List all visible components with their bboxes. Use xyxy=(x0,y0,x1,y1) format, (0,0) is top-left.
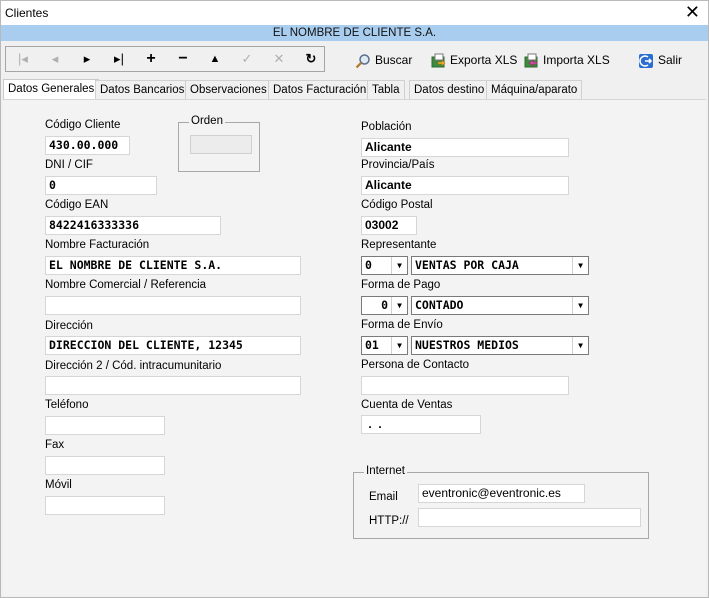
representante-code: 0 xyxy=(365,258,372,272)
export-xls-icon xyxy=(431,53,446,68)
email-label: Email xyxy=(369,491,398,503)
direccion-label: Dirección xyxy=(45,320,93,332)
dni-cif-label: DNI / CIF xyxy=(45,159,93,171)
poblacion-label: Población xyxy=(361,121,412,133)
forma-pago-code: 0 xyxy=(381,298,388,312)
http-label: HTTP:// xyxy=(369,515,409,527)
datos-generales-panel: Código Cliente 430.00.000 Orden DNI / CI… xyxy=(3,99,706,596)
direccion-field[interactable]: DIRECCION DEL CLIENTE, 12345 xyxy=(45,336,301,355)
first-record-icon[interactable]: |◂ xyxy=(8,47,38,71)
nombre-comercial-label: Nombre Comercial / Referencia xyxy=(45,279,207,291)
movil-field[interactable] xyxy=(45,496,165,515)
internet-group-title: Internet xyxy=(364,465,407,477)
representante-value: VENTAS POR CAJA xyxy=(415,258,519,272)
exit-icon xyxy=(639,53,653,68)
orden-group: Orden xyxy=(178,115,260,172)
search-icon xyxy=(355,54,370,69)
add-record-icon[interactable]: + xyxy=(136,47,166,71)
direccion2-field[interactable] xyxy=(45,376,301,395)
importa-xls-label: Importa XLS xyxy=(543,53,610,67)
salir-label: Salir xyxy=(658,53,683,67)
codigo-cliente-label: Código Cliente xyxy=(45,119,121,131)
clientes-window: Clientes ✕ EL NOMBRE DE CLIENTE S.A. |◂ … xyxy=(0,0,709,598)
representante-label: Representante xyxy=(361,239,437,251)
client-name-banner: EL NOMBRE DE CLIENTE S.A. xyxy=(1,25,708,41)
poblacion-field[interactable]: Alicante xyxy=(361,138,569,157)
telefono-field[interactable] xyxy=(45,416,165,435)
nombre-facturacion-field[interactable]: EL NOMBRE DE CLIENTE S.A. xyxy=(45,256,301,275)
forma-pago-value: CONTADO xyxy=(415,298,464,312)
tab-observaciones[interactable]: Observaciones xyxy=(185,80,272,99)
nombre-comercial-field[interactable] xyxy=(45,296,301,315)
post-edit-icon[interactable]: ✓ xyxy=(232,47,262,71)
codigo-ean-field[interactable]: 8422416333336 xyxy=(45,216,221,235)
email-field[interactable]: eventronic@eventronic.es xyxy=(418,484,585,503)
chevron-down-icon[interactable]: ▼ xyxy=(391,337,407,354)
toolbar: |◂ ◂ ▸ ▸| + − ▲ ✓ ✕ ↻ Buscar Exporta XLS… xyxy=(1,41,708,77)
persona-contacto-field[interactable] xyxy=(361,376,569,395)
forma-envio-select[interactable]: NUESTROS MEDIOS ▼ xyxy=(411,336,589,355)
internet-group: Internet Email eventronic@eventronic.es … xyxy=(353,465,649,539)
forma-envio-code: 01 xyxy=(365,338,379,352)
fax-label: Fax xyxy=(45,439,65,451)
tab-datos-facturacion[interactable]: Datos Facturación xyxy=(268,80,372,99)
delete-record-icon[interactable]: − xyxy=(168,47,198,71)
chevron-down-icon[interactable]: ▼ xyxy=(572,297,588,314)
persona-contacto-label: Persona de Contacto xyxy=(361,359,470,371)
tab-datos-bancarios[interactable]: Datos Bancarios xyxy=(95,80,190,99)
chevron-down-icon[interactable]: ▼ xyxy=(572,337,588,354)
cuenta-ventas-field[interactable]: . . xyxy=(361,415,481,434)
codigo-postal-label: Código Postal xyxy=(361,199,433,211)
salir-button[interactable]: Salir xyxy=(638,50,682,70)
codigo-cliente-field[interactable]: 430.00.000 xyxy=(45,136,130,155)
chevron-down-icon[interactable]: ▼ xyxy=(572,257,588,274)
codigo-postal-field[interactable]: 03002 xyxy=(361,216,417,235)
tab-strip: Datos Generales Datos Bancarios Observac… xyxy=(1,79,708,100)
forma-envio-code-select[interactable]: 01 ▼ xyxy=(361,336,408,355)
chevron-down-icon[interactable]: ▼ xyxy=(391,257,407,274)
tab-tabla[interactable]: Tabla xyxy=(367,80,405,99)
exporta-xls-button[interactable]: Exporta XLS xyxy=(430,50,517,70)
forma-pago-code-select[interactable]: 0 ▼ xyxy=(361,296,408,315)
window-title: Clientes xyxy=(5,6,49,20)
forma-envio-label: Forma de Envío xyxy=(361,319,443,331)
importa-xls-button[interactable]: Importa XLS xyxy=(523,50,610,70)
representante-select[interactable]: VENTAS POR CAJA ▼ xyxy=(411,256,589,275)
dni-cif-field[interactable]: 0 xyxy=(45,176,157,195)
chevron-down-icon[interactable]: ▼ xyxy=(391,297,407,314)
nombre-facturacion-label: Nombre Facturación xyxy=(45,239,150,251)
forma-pago-select[interactable]: CONTADO ▼ xyxy=(411,296,589,315)
representante-code-select[interactable]: 0 ▼ xyxy=(361,256,408,275)
tab-maquina-aparato[interactable]: Máquina/aparato xyxy=(486,80,583,99)
previous-record-icon[interactable]: ◂ xyxy=(40,47,70,71)
last-record-icon[interactable]: ▸| xyxy=(104,47,134,71)
exporta-xls-label: Exporta XLS xyxy=(450,53,518,67)
edit-record-icon[interactable]: ▲ xyxy=(200,47,230,71)
import-xls-icon xyxy=(524,53,538,68)
movil-label: Móvil xyxy=(45,479,72,491)
tab-datos-generales[interactable]: Datos Generales xyxy=(3,79,100,100)
refresh-icon[interactable]: ↻ xyxy=(296,47,326,71)
tab-datos-destino[interactable]: Datos destino xyxy=(409,80,490,99)
orden-field[interactable] xyxy=(190,135,252,154)
orden-label: Orden xyxy=(189,115,225,127)
title-bar: Clientes ✕ xyxy=(1,1,708,25)
navigation-group: |◂ ◂ ▸ ▸| + − ▲ ✓ ✕ ↻ xyxy=(5,46,325,72)
fax-field[interactable] xyxy=(45,456,165,475)
buscar-button[interactable]: Buscar xyxy=(355,50,412,70)
cuenta-ventas-label: Cuenta de Ventas xyxy=(361,399,453,411)
forma-envio-value: NUESTROS MEDIOS xyxy=(415,338,519,352)
close-icon[interactable]: ✕ xyxy=(685,2,700,22)
telefono-label: Teléfono xyxy=(45,399,89,411)
buscar-label: Buscar xyxy=(375,53,413,67)
forma-pago-label: Forma de Pago xyxy=(361,279,441,291)
cancel-edit-icon[interactable]: ✕ xyxy=(264,47,294,71)
direccion2-label: Dirección 2 / Cód. intracumunitario xyxy=(45,360,222,372)
next-record-icon[interactable]: ▸ xyxy=(72,47,102,71)
provincia-pais-field[interactable]: Alicante xyxy=(361,176,569,195)
http-field[interactable] xyxy=(418,508,641,527)
provincia-pais-label: Provincia/País xyxy=(361,159,435,171)
codigo-ean-label: Código EAN xyxy=(45,199,109,211)
